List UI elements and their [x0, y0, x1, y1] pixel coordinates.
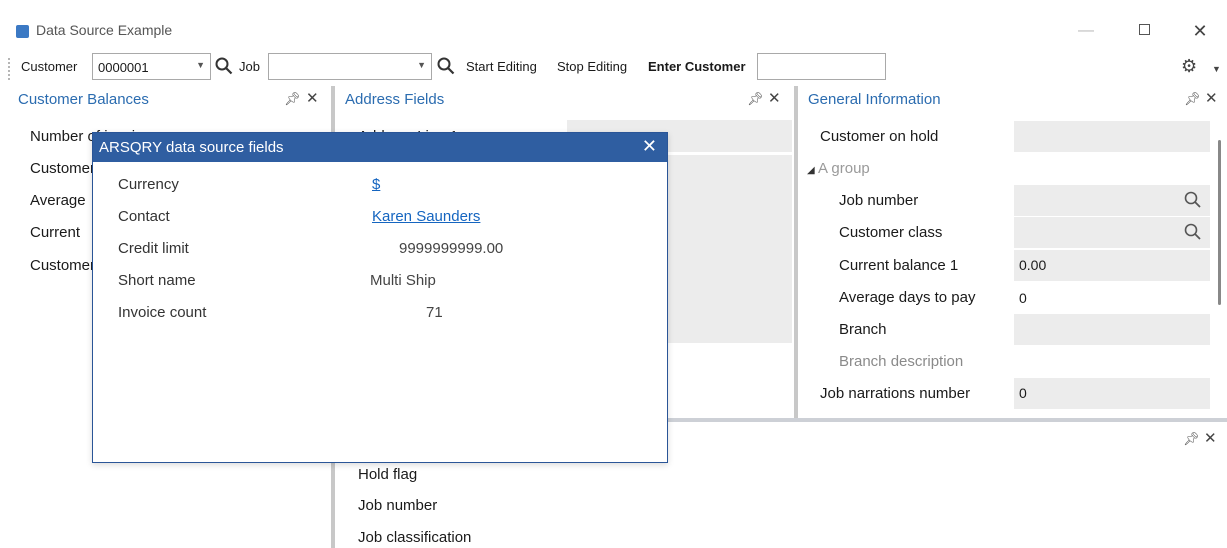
- address-fields-title: Address Fields: [345, 91, 445, 108]
- address-fields-header: Address Fields 📌︎ ✕: [345, 87, 785, 115]
- job-combo[interactable]: ▼: [268, 53, 432, 80]
- general-information-header: General Information 📌︎ ✕: [808, 87, 1218, 115]
- chevron-down-icon[interactable]: ▼: [196, 60, 205, 70]
- close-pane-button[interactable]: ✕: [306, 89, 319, 107]
- group-header[interactable]: ◢ A group: [807, 160, 870, 177]
- short-name-value: Multi Ship: [370, 272, 436, 289]
- general-information-title: General Information: [808, 91, 941, 108]
- close-pane-button[interactable]: ✕: [1205, 89, 1218, 107]
- app-icon: [16, 25, 29, 38]
- field-label: Contact: [118, 208, 170, 225]
- pin-icon[interactable]: 📌︎: [1184, 91, 1201, 107]
- pin-icon[interactable]: 📌︎: [284, 91, 301, 107]
- bottom-list-item: Job classification: [358, 529, 472, 546]
- bottom-list-item: Job number: [358, 497, 438, 514]
- toolbar: Customer 0000001 ▼ Job ▼ Start Editing S…: [0, 48, 1227, 86]
- vertical-scrollbar[interactable]: [1218, 140, 1221, 305]
- job-search-icon[interactable]: [437, 57, 455, 75]
- current-balance-field[interactable]: 0.00: [1014, 250, 1210, 281]
- title-bar: Data Source Example — ✕: [0, 0, 1227, 48]
- close-pane-button[interactable]: ✕: [1204, 429, 1217, 447]
- chevron-down-icon[interactable]: ▼: [1212, 64, 1221, 74]
- invoice-count-value: 71: [426, 304, 443, 321]
- popup-close-button[interactable]: ✕: [642, 136, 657, 157]
- search-icon[interactable]: [1184, 223, 1202, 241]
- pin-icon[interactable]: 📌︎: [747, 91, 764, 107]
- window-title: Data Source Example: [36, 22, 173, 38]
- customer-combo-value: 0000001: [98, 60, 149, 75]
- chevron-down-icon[interactable]: ▼: [417, 60, 426, 70]
- popup-title: ARSQRY data source fields: [99, 139, 284, 156]
- customer-search-icon[interactable]: [215, 57, 233, 75]
- credit-limit-value: 9999999999.00: [399, 240, 504, 257]
- group-label: A group: [818, 160, 870, 177]
- job-label: Job: [239, 59, 260, 74]
- search-icon[interactable]: [1184, 191, 1202, 209]
- right-splitter[interactable]: [794, 86, 798, 420]
- address-field-values[interactable]: [668, 155, 792, 343]
- branch-field[interactable]: [1014, 314, 1210, 345]
- general-row-label: Job number: [839, 192, 919, 209]
- general-row-label: Branch description: [839, 353, 964, 370]
- customer-combo[interactable]: 0000001 ▼: [92, 53, 211, 80]
- pin-icon[interactable]: 📌︎: [1183, 431, 1200, 447]
- currency-link[interactable]: $: [372, 176, 380, 193]
- balance-row-label: Customer: [30, 160, 96, 177]
- customer-balances-title: Customer Balances: [18, 91, 149, 108]
- bottom-list-item: Hold flag: [358, 466, 418, 483]
- field-label: Invoice count: [118, 304, 207, 321]
- field-label: Currency: [118, 176, 179, 193]
- general-row-label: Average days to pay: [839, 289, 976, 306]
- current-balance-value: 0.00: [1019, 257, 1047, 273]
- customer-on-hold-field[interactable]: [1014, 121, 1210, 152]
- popup-header: ARSQRY data source fields ✕: [93, 133, 667, 162]
- toolbar-grip[interactable]: [8, 58, 11, 80]
- average-days-value[interactable]: 0: [1019, 290, 1027, 306]
- balance-row-label: Customer: [30, 257, 96, 274]
- data-source-fields-popup: ARSQRY data source fields ✕ Currency $ C…: [92, 132, 668, 463]
- balance-row-label: Average: [30, 192, 86, 209]
- general-row-label: Customer class: [839, 224, 943, 241]
- stop-editing-button[interactable]: Stop Editing: [557, 59, 627, 74]
- customer-label: Customer: [21, 59, 78, 74]
- collapse-triangle-icon[interactable]: ◢: [807, 165, 815, 176]
- close-window-button[interactable]: ✕: [1180, 16, 1220, 46]
- balance-row-label: Current: [30, 224, 81, 241]
- customer-class-field[interactable]: [1014, 217, 1210, 248]
- enter-customer-input[interactable]: [757, 53, 886, 80]
- maximize-icon: [1138, 24, 1150, 35]
- general-row-label: Current balance 1: [839, 257, 959, 274]
- contact-link[interactable]: Karen Saunders: [372, 208, 480, 225]
- minimize-button[interactable]: —: [1066, 16, 1106, 46]
- general-row-label: Branch: [839, 321, 887, 338]
- general-row-label: Customer on hold: [820, 128, 939, 145]
- field-label: Credit limit: [118, 240, 189, 257]
- job-narrations-field[interactable]: 0: [1014, 378, 1210, 409]
- job-narrations-value: 0: [1019, 385, 1027, 401]
- field-label: Short name: [118, 272, 196, 289]
- settings-gear-icon[interactable]: ⚙: [1181, 56, 1197, 77]
- bottom-pane-header: 📌︎ ✕: [1180, 427, 1225, 455]
- job-number-field[interactable]: [1014, 185, 1210, 216]
- enter-customer-label: Enter Customer: [648, 59, 746, 74]
- maximize-button[interactable]: [1124, 16, 1164, 46]
- start-editing-button[interactable]: Start Editing: [466, 59, 537, 74]
- close-pane-button[interactable]: ✕: [768, 89, 781, 107]
- customer-balances-header: Customer Balances 📌︎ ✕: [18, 87, 328, 115]
- general-row-label: Job narrations number: [820, 385, 971, 402]
